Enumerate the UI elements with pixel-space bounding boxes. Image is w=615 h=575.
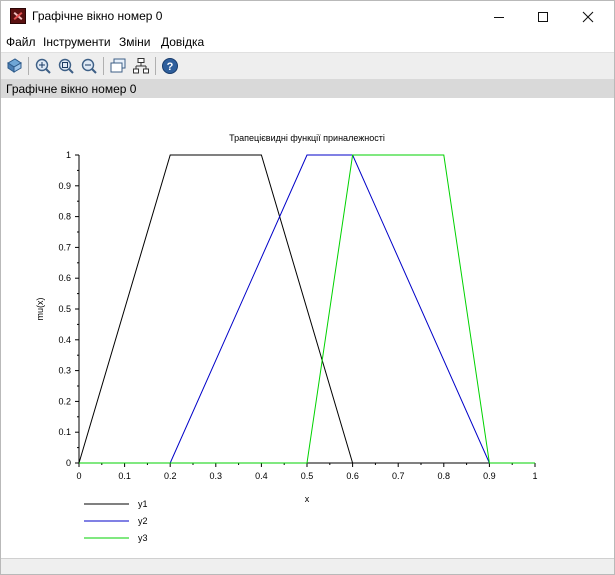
x-axis-label: x xyxy=(305,494,310,504)
x-tick-label: 0.7 xyxy=(392,471,405,481)
y-tick-label: 1 xyxy=(66,150,71,160)
y-tick-label: 0.7 xyxy=(58,242,71,252)
y-tick-label: 0.1 xyxy=(58,427,71,437)
rotate-icon xyxy=(7,58,22,73)
legend-label-y3: y3 xyxy=(138,533,148,543)
status-bar xyxy=(1,558,614,574)
x-tick-label: 1 xyxy=(532,471,537,481)
maximize-button[interactable] xyxy=(520,1,566,32)
x-tick-label: 0.3 xyxy=(210,471,223,481)
y-tick-label: 0.9 xyxy=(58,181,71,191)
help-icon: ? xyxy=(162,58,178,74)
zoom-in-button[interactable] xyxy=(33,56,53,76)
editor-button[interactable] xyxy=(131,56,151,76)
window-title: Графічне вікно номер 0 xyxy=(32,9,163,23)
legend-label-y1: y1 xyxy=(138,499,148,509)
toolbar-separator xyxy=(103,57,104,75)
x-tick-label: 0.4 xyxy=(255,471,268,481)
toolbar: ? xyxy=(1,52,614,80)
zoom-reset-icon xyxy=(58,58,74,74)
svg-text:?: ? xyxy=(167,61,174,73)
maximize-icon xyxy=(538,11,548,22)
zoom-out-button[interactable] xyxy=(79,56,99,76)
x-tick-label: 0.5 xyxy=(301,471,314,481)
zoom-reset-button[interactable] xyxy=(56,56,76,76)
editor-icon xyxy=(133,58,149,74)
minimize-button[interactable] xyxy=(476,1,522,32)
menu-file[interactable]: Файл xyxy=(6,35,36,49)
datatip-icon xyxy=(110,58,126,73)
y-tick-label: 0 xyxy=(66,458,71,468)
series-layer xyxy=(78,154,535,464)
menu-bar: Файл Інструменти Зміни Довідка xyxy=(1,32,614,52)
x-tick-label: 0 xyxy=(76,471,81,481)
x-tick-label: 0.1 xyxy=(118,471,131,481)
help-button[interactable]: ? xyxy=(160,56,180,76)
zoom-out-icon xyxy=(81,58,97,74)
y-tick-label: 0.8 xyxy=(58,212,71,222)
x-tick-label: 0.9 xyxy=(483,471,496,481)
minimize-icon xyxy=(494,16,504,18)
x-tick-label: 0.2 xyxy=(164,471,177,481)
datatip-button[interactable] xyxy=(108,56,128,76)
toolbar-separator xyxy=(28,57,29,75)
y-tick-label: 0.5 xyxy=(58,304,71,314)
menu-edit[interactable]: Зміни xyxy=(119,35,151,49)
menu-tools[interactable]: Інструменти xyxy=(43,35,111,49)
scilab-app-icon xyxy=(10,8,26,24)
plot-canvas[interactable]: Трапецієвидні функції приналежності 0 0.1… xyxy=(1,98,614,558)
legend-label-y2: y2 xyxy=(138,516,148,526)
x-tick-label: 0.6 xyxy=(346,471,359,481)
legend: y1 y2 y3 xyxy=(84,499,148,543)
menu-help[interactable]: Довідка xyxy=(161,35,204,49)
axes: 0 0.1 0.2 0.3 0.4 0.5 0.6 0.7 0.8 0.9 1 0 0.1 0.2 0.3 0… xyxy=(58,150,537,481)
y-tick-label: 0.4 xyxy=(58,335,71,345)
y-axis-label: mu(x) xyxy=(35,298,45,321)
close-button[interactable] xyxy=(565,1,611,32)
toolbar-separator xyxy=(155,57,156,75)
close-icon xyxy=(582,11,594,22)
y-tick-label: 0.2 xyxy=(58,396,71,406)
graphic-window: Графічне вікно номер 0 Файл Інструменти … xyxy=(0,0,615,575)
info-bar-text: Графічне вікно номер 0 xyxy=(6,82,137,96)
chart[interactable]: Трапецієвидні функції приналежності 0 0.1… xyxy=(1,98,614,558)
x-tick-label: 0.8 xyxy=(438,471,451,481)
y-tick-label: 0.6 xyxy=(58,273,71,283)
chart-title: Трапецієвидні функції приналежності xyxy=(229,133,385,143)
info-bar: Графічне вікно номер 0 xyxy=(1,79,614,98)
title-bar[interactable]: Графічне вікно номер 0 xyxy=(1,1,614,32)
y-tick-label: 0.3 xyxy=(58,366,71,376)
zoom-in-icon xyxy=(35,58,51,74)
rotate-button[interactable] xyxy=(4,56,24,76)
